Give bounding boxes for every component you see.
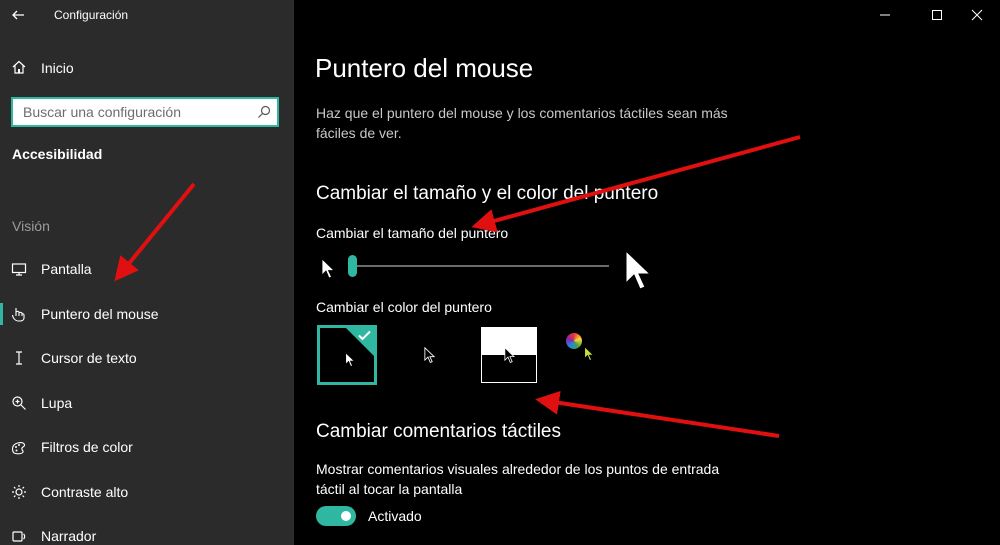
main-content: Puntero del mouse Haz que el puntero del… bbox=[294, 0, 1000, 545]
group-label: Visión bbox=[12, 218, 50, 234]
pointer-color-label: Cambiar el color del puntero bbox=[316, 299, 492, 315]
toggle-state-label: Activado bbox=[368, 508, 422, 524]
monitor-icon bbox=[11, 261, 27, 277]
custom-pointer-option[interactable] bbox=[560, 325, 620, 385]
sidebar-item-lupa[interactable]: Lupa bbox=[0, 383, 294, 423]
page-title: Puntero del mouse bbox=[315, 53, 534, 83]
sidebar-item-puntero-del-mouse[interactable]: Puntero del mouse bbox=[0, 294, 294, 334]
close-icon bbox=[971, 9, 983, 21]
large-pointer-icon bbox=[625, 249, 652, 290]
sidebar-item-narrador[interactable]: Narrador bbox=[0, 516, 294, 545]
home-label: Inicio bbox=[41, 60, 74, 76]
search-icon[interactable] bbox=[257, 105, 271, 119]
pointer-size-label: Cambiar el tamaño del puntero bbox=[316, 225, 509, 241]
inverted-pointer-option[interactable] bbox=[481, 327, 537, 383]
sidebar-item-label: Lupa bbox=[41, 395, 73, 411]
sidebar-item-label: Narrador bbox=[41, 528, 97, 544]
pointer-size-slider[interactable] bbox=[316, 246, 656, 294]
pointer-hand-icon bbox=[11, 306, 27, 322]
white-pointer-option[interactable] bbox=[317, 325, 377, 385]
toggle-knob bbox=[341, 511, 351, 521]
white-pointer-icon bbox=[345, 352, 355, 367]
sidebar: Configuración Inicio Accesibilidad Visió… bbox=[0, 0, 294, 545]
color-wheel-icon bbox=[566, 333, 582, 349]
sidebar-item-label: Pantalla bbox=[41, 261, 92, 277]
back-arrow-icon[interactable] bbox=[9, 5, 29, 25]
minimize-icon bbox=[880, 14, 890, 16]
slider-thumb[interactable] bbox=[348, 255, 357, 277]
search-input[interactable] bbox=[23, 104, 243, 120]
custom-pointer-icon bbox=[584, 346, 594, 361]
touch-feedback-heading: Cambiar comentarios táctiles bbox=[316, 421, 561, 442]
close-button[interactable] bbox=[954, 0, 1000, 30]
black-pointer-option[interactable] bbox=[403, 325, 463, 385]
home-link[interactable]: Inicio bbox=[0, 52, 294, 84]
magnifier-icon bbox=[11, 395, 27, 411]
maximize-icon bbox=[932, 10, 942, 20]
checkmark-icon bbox=[358, 330, 371, 341]
sidebar-item-pantalla[interactable]: Pantalla bbox=[0, 249, 294, 289]
sidebar-item-label: Contraste alto bbox=[41, 484, 129, 500]
touch-feedback-toggle[interactable] bbox=[316, 506, 356, 526]
text-cursor-icon bbox=[11, 350, 27, 366]
home-icon bbox=[11, 59, 27, 75]
section-title: Accesibilidad bbox=[12, 146, 103, 162]
size-color-heading: Cambiar el tamaño y el color del puntero bbox=[316, 183, 659, 204]
sidebar-item-filtros-de-color[interactable]: Filtros de color bbox=[0, 427, 294, 467]
app-title: Configuración bbox=[54, 8, 129, 22]
slider-track[interactable] bbox=[352, 265, 609, 267]
brightness-icon bbox=[11, 484, 27, 500]
narrator-icon bbox=[11, 528, 27, 544]
inverted-pointer-icon bbox=[504, 347, 515, 363]
sidebar-item-label: Cursor de texto bbox=[41, 350, 137, 366]
black-pointer-icon bbox=[424, 347, 435, 364]
sidebar-item-label: Puntero del mouse bbox=[41, 306, 159, 322]
page-description: Haz que el puntero del mouse y los comen… bbox=[316, 105, 728, 141]
minimize-button[interactable] bbox=[862, 0, 908, 30]
small-pointer-icon bbox=[321, 258, 335, 279]
search-box[interactable] bbox=[11, 97, 279, 127]
touch-feedback-description: Mostrar comentarios visuales alrededor d… bbox=[316, 461, 720, 497]
sidebar-item-cursor-de-texto[interactable]: Cursor de texto bbox=[0, 338, 294, 378]
color-filter-icon bbox=[11, 439, 27, 455]
sidebar-item-contraste-alto[interactable]: Contraste alto bbox=[0, 472, 294, 512]
sidebar-item-label: Filtros de color bbox=[41, 439, 133, 455]
